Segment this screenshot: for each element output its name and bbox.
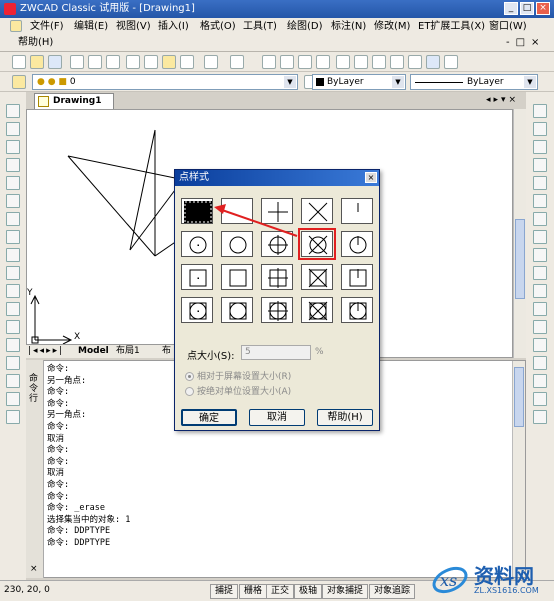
site-watermark: xs 资料网 ZL.XS1616.COM bbox=[430, 558, 554, 600]
annotation-overlay bbox=[214, 204, 298, 237]
watermark-text: 资料网 bbox=[474, 564, 534, 588]
svg-text:xs: xs bbox=[440, 571, 457, 590]
watermark-logo-icon: xs bbox=[432, 566, 468, 594]
watermark-url: ZL.XS1616.COM bbox=[474, 586, 539, 595]
annotation-arrow bbox=[214, 204, 298, 237]
